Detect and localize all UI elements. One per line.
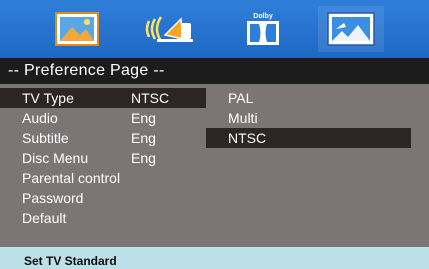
menu-item-subtitle[interactable]: Subtitle Eng xyxy=(0,128,206,148)
menu-item-value: Eng xyxy=(131,130,156,146)
menu-item-label: Subtitle xyxy=(22,130,69,146)
option-label: NTSC xyxy=(228,130,267,146)
menu-item-label: TV Type xyxy=(22,90,74,106)
tab-video[interactable] xyxy=(318,6,384,52)
menu-item-value: NTSC xyxy=(131,90,170,106)
preference-menu: TV Type NTSC Audio Eng Subtitle Eng Disc… xyxy=(0,84,429,247)
option-pal[interactable]: PAL xyxy=(206,88,411,108)
menu-item-label: Disc Menu xyxy=(22,150,89,166)
page-title: -- Preference Page -- xyxy=(0,58,429,84)
tab-audio[interactable] xyxy=(138,6,204,52)
general-setup-icon xyxy=(55,12,99,46)
dolby-digital-icon: Dolby xyxy=(247,13,279,45)
dvd-setup-screen: Dolby -- Preference Page -- TV Type NTSC… xyxy=(0,0,429,269)
menu-item-label: Default xyxy=(22,210,67,226)
option-multi[interactable]: Multi xyxy=(206,108,411,128)
menu-item-disc-menu[interactable]: Disc Menu Eng xyxy=(0,148,206,168)
menu-item-parental-control[interactable]: Parental control xyxy=(0,168,206,188)
menu-item-tv-type[interactable]: TV Type NTSC xyxy=(0,88,206,108)
setup-tab-bar: Dolby xyxy=(0,0,429,58)
option-label: Multi xyxy=(228,110,258,126)
menu-item-label: Parental control xyxy=(22,170,121,186)
menu-item-value: Eng xyxy=(131,110,156,126)
menu-item-password[interactable]: Password xyxy=(0,188,206,208)
menu-item-value: Eng xyxy=(131,150,156,166)
audio-setup-icon xyxy=(145,16,193,42)
status-bar: Set TV Standard xyxy=(0,247,429,269)
option-ntsc[interactable]: NTSC xyxy=(206,128,411,148)
video-setup-icon xyxy=(327,12,375,46)
option-label: PAL xyxy=(228,90,254,106)
menu-item-audio[interactable]: Audio Eng xyxy=(0,108,206,128)
tab-general[interactable] xyxy=(44,6,110,52)
menu-item-label: Password xyxy=(22,190,84,206)
menu-item-label: Audio xyxy=(22,110,58,126)
menu-item-default[interactable]: Default xyxy=(0,208,206,228)
tab-dolby[interactable]: Dolby xyxy=(230,6,296,52)
status-text: Set TV Standard xyxy=(24,254,117,268)
dolby-label: Dolby xyxy=(253,13,273,20)
